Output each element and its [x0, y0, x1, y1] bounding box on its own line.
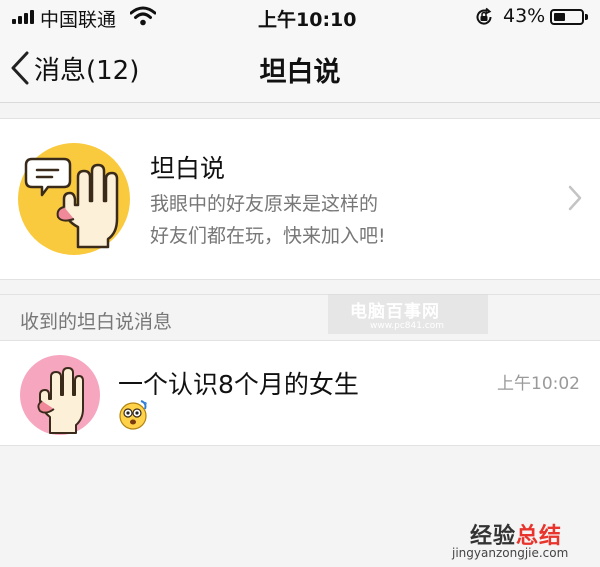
surprised-emoji-icon: ?	[119, 400, 147, 430]
rotation-lock-icon	[476, 7, 492, 25]
signal-strength-icon	[12, 10, 34, 24]
svg-text:?: ?	[143, 401, 147, 410]
page-title: 坦白说	[259, 57, 341, 88]
hand-speech-bubble-icon	[18, 143, 130, 255]
status-time: 上午10:10	[258, 9, 357, 31]
wifi-icon	[130, 6, 156, 26]
battery-level-fill	[554, 13, 565, 21]
section-label: 收到的坦白说消息	[20, 311, 173, 333]
avatar	[20, 355, 100, 435]
battery-tip	[585, 14, 588, 20]
watermark-title: 电脑百事网	[350, 302, 440, 322]
status-bar: 中国联通 上午10:10 43%	[0, 0, 600, 34]
tanbaishuo-card[interactable]: 坦白说 我眼中的好友原来是这样的 好友们都在玩，快来加入吧!	[0, 118, 600, 280]
chevron-right-icon	[568, 185, 582, 211]
card-description-line1: 我眼中的好友原来是这样的	[150, 193, 379, 215]
battery-percent: 43%	[503, 5, 546, 27]
navigation-bar: 消息(12) 坦白说	[0, 34, 600, 103]
watermark-url: www.pc841.com	[370, 321, 445, 331]
battery-icon	[550, 9, 584, 25]
section-header: 收到的坦白说消息	[0, 294, 600, 341]
watermark-site-url: jingyanzongjie.com	[452, 546, 569, 560]
message-row[interactable]: 一个认识8个月的女生 上午10:02 ?	[0, 340, 600, 446]
card-title: 坦白说	[150, 154, 226, 183]
carrier-name: 中国联通	[40, 9, 117, 31]
message-sender: 一个认识8个月的女生	[118, 370, 359, 399]
card-description-line2: 好友们都在玩，快来加入吧!	[150, 225, 386, 247]
message-time: 上午10:02	[497, 374, 580, 394]
